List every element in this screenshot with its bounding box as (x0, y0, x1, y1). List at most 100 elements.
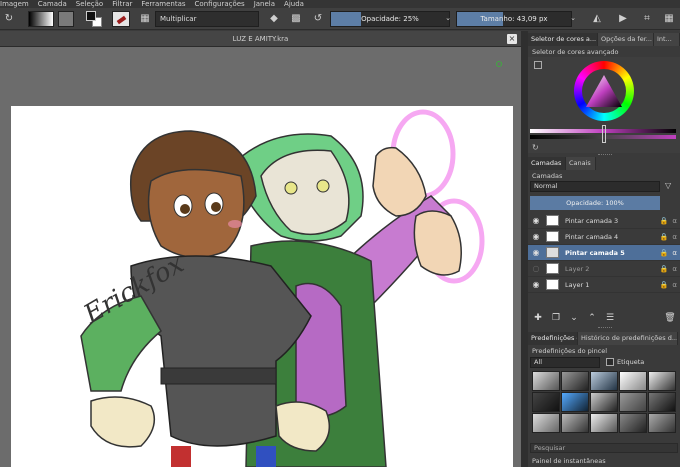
canvas-area[interactable]: LUZ E AMITY.kra × Erickfox (0, 31, 521, 467)
tab-layers[interactable]: Camadas (528, 157, 566, 170)
menu-tools[interactable]: Ferramentas (141, 0, 185, 8)
redo-icon[interactable]: ↻ (2, 11, 16, 25)
menu-help[interactable]: Ajuda (284, 0, 304, 8)
add-layer-icon[interactable]: ✚ (532, 313, 544, 323)
brush-preset-button[interactable] (112, 11, 130, 27)
delete-layer-icon[interactable]: 🗑 (664, 313, 676, 323)
lock-icon[interactable]: 🔒 (660, 249, 669, 257)
brush-preset[interactable] (561, 392, 589, 412)
tab-tool-options[interactable]: Opções da fer... (598, 33, 654, 46)
brush-preset[interactable] (532, 392, 560, 412)
color-gradient-handle[interactable] (602, 125, 606, 143)
layer-row-selected[interactable]: ◉ Pintar camada 5 🔒 α (528, 245, 680, 261)
artwork-canvas[interactable]: Erickfox (11, 106, 513, 467)
wrap-around-icon[interactable]: ▦ (662, 11, 676, 25)
reload-preset-icon[interactable]: ↺ (311, 11, 325, 25)
girl-hand-lower (413, 210, 462, 276)
brush-preset[interactable] (561, 413, 589, 433)
size-spin-icon[interactable]: ⌄ (566, 11, 580, 25)
color-settings-icon[interactable] (534, 61, 542, 69)
pattern-selector[interactable] (58, 11, 74, 27)
eye-hidden-icon[interactable]: ○ (531, 264, 541, 274)
alpha-icon[interactable]: α (672, 217, 677, 225)
tab-channels[interactable]: Canais (566, 157, 596, 170)
layer-row[interactable]: ○ Layer 2 🔒 α (528, 261, 680, 277)
lock-icon[interactable]: 🔒 (660, 233, 669, 241)
eraser-icon[interactable]: ◆ (267, 11, 281, 25)
crop-icon[interactable]: ⌗ (640, 11, 654, 25)
opacity-slider[interactable]: Opacidade: 25% (330, 11, 450, 27)
brush-preset[interactable] (619, 413, 647, 433)
menu-window[interactable]: Janela (254, 0, 275, 8)
color-selector-panel[interactable]: ↻ (528, 57, 680, 153)
alpha-icon[interactable]: α (672, 233, 677, 241)
alpha-icon[interactable]: α (672, 249, 677, 257)
brush-preset[interactable] (648, 392, 676, 412)
foreground-color[interactable] (86, 11, 96, 21)
brush-preset[interactable] (590, 413, 618, 433)
duplicate-layer-icon[interactable]: ❐ (550, 313, 562, 323)
color-swatches[interactable] (86, 11, 104, 27)
brush-preset[interactable] (532, 371, 560, 391)
menu-filter[interactable]: Filtrar (112, 0, 132, 8)
menu-select[interactable]: Seleção (76, 0, 103, 8)
preset-tag-filter[interactable]: All (530, 357, 600, 368)
menu-image[interactable]: Imagem (0, 0, 29, 8)
layer-name: Pintar camada 5 (565, 248, 625, 257)
size-slider[interactable]: Tamanho: 43,09 px (456, 11, 572, 27)
alpha-icon[interactable]: α (672, 281, 677, 289)
lock-icon[interactable]: 🔒 (660, 281, 669, 289)
brush-preset[interactable] (590, 371, 618, 391)
brush-preset[interactable] (648, 413, 676, 433)
eye-icon[interactable]: ◉ (531, 232, 541, 242)
panel-resize-grip[interactable] (598, 154, 612, 157)
tag-checkbox[interactable] (606, 358, 614, 366)
layer-flags: 🔒 α (660, 233, 677, 241)
layer-properties-icon[interactable]: ☰ (604, 313, 616, 323)
move-up-icon[interactable]: ⌃ (586, 313, 598, 323)
eye-icon[interactable]: ◉ (531, 280, 541, 290)
preset-search-input[interactable]: Pesquisar (530, 443, 678, 453)
document-close-button[interactable]: × (507, 34, 517, 44)
canvas-vertical-scrollbar[interactable] (521, 31, 528, 467)
grid-icon[interactable]: ▦ (138, 11, 152, 25)
move-down-icon[interactable]: ⌄ (568, 313, 580, 323)
filter-icon[interactable]: ▽ (665, 181, 671, 190)
brush-preset[interactable] (561, 371, 589, 391)
brush-preset[interactable] (590, 392, 618, 412)
hue-ring[interactable] (574, 61, 634, 121)
lock-icon[interactable]: 🔒 (660, 217, 669, 225)
tab-brush-presets[interactable]: Predefinições d... (528, 332, 578, 345)
tag-label: Etiqueta (617, 358, 645, 366)
layer-opacity-slider[interactable]: Opacidade: 100% (530, 196, 660, 210)
lock-icon[interactable]: 🔒 (660, 265, 669, 273)
gradient-selector[interactable] (28, 11, 54, 27)
alpha-lock-icon[interactable]: ▩ (289, 11, 303, 25)
alpha-icon[interactable]: α (672, 265, 677, 273)
menu-settings[interactable]: Configurações (195, 0, 245, 8)
layer-blend-mode-select[interactable]: Normal (530, 181, 660, 192)
layer-row[interactable]: ◉ Pintar camada 3 🔒 α (528, 213, 680, 229)
layer-flags: 🔒 α (660, 249, 677, 257)
eye-icon[interactable]: ◉ (531, 248, 541, 258)
opacity-spin-icon[interactable]: ⌄ (441, 11, 455, 25)
eye-icon[interactable]: ◉ (531, 216, 541, 226)
brush-preset[interactable] (648, 371, 676, 391)
color-triangle[interactable] (584, 73, 624, 109)
tab-color-selector[interactable]: Seletor de cores a... (528, 33, 598, 46)
mirror-vertical-icon[interactable]: ▶ (616, 11, 630, 25)
layer-row[interactable]: ◉ Layer 1 🔒 α (528, 277, 680, 293)
brush-preset[interactable] (532, 413, 560, 433)
layer-row[interactable]: ◉ Pintar camada 4 🔒 α (528, 229, 680, 245)
color-history-icon[interactable]: ↻ (532, 143, 539, 152)
tab-preset-history[interactable]: Histórico de predefinições d... (578, 332, 678, 345)
tab-more[interactable]: Int... (654, 33, 680, 46)
brush-preset[interactable] (619, 371, 647, 391)
blend-mode-select[interactable]: Multiplicar (155, 11, 259, 27)
menu-layer[interactable]: Camada (38, 0, 67, 8)
panel-resize-grip[interactable] (598, 327, 612, 330)
brush-preset[interactable] (619, 392, 647, 412)
mirror-horizontal-icon[interactable]: ◭ (590, 11, 604, 25)
brush-presets-title: Predefinições do pincel (532, 347, 608, 355)
document-title: LUZ E AMITY.kra (232, 35, 289, 43)
